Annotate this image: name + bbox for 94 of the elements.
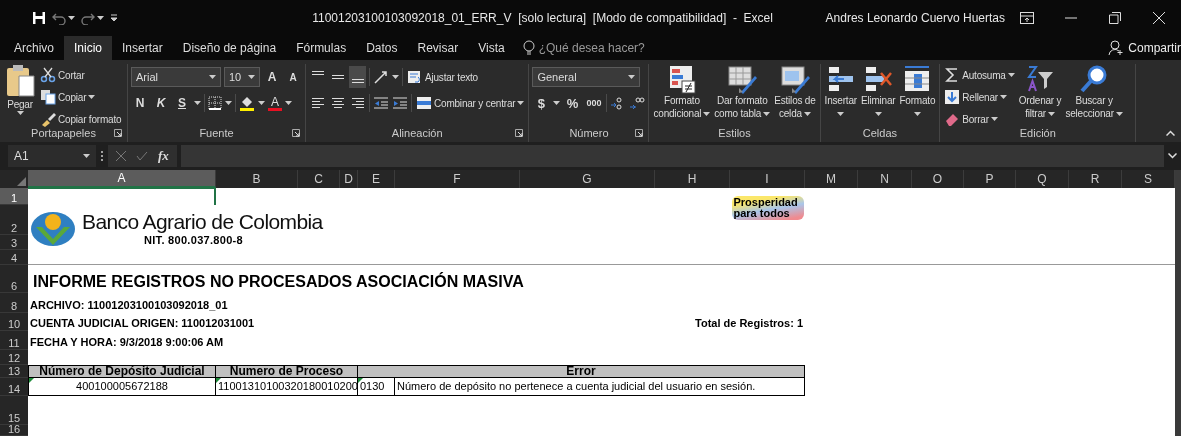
group-label: Edición [1019, 127, 1056, 139]
ribbon-tab[interactable]: Inicio [64, 36, 113, 60]
group-label: Portapapeles [31, 127, 96, 139]
merge-center-button[interactable]: Combinar y centrar [415, 92, 526, 114]
ribbon-tab[interactable]: Datos [356, 36, 408, 60]
slogan-text: Prosperidad para todos [733, 197, 799, 219]
ribbon-button[interactable]: Ordenar y filtrar [1017, 64, 1063, 120]
group-label: Número [569, 127, 609, 139]
number-format-field[interactable]: General [532, 67, 641, 87]
ribbon-button[interactable]: Formato condicional [652, 64, 712, 120]
ribbon-tab[interactable]: Vista [468, 36, 515, 60]
underline-button[interactable]: S [173, 92, 191, 114]
ribbon-tab[interactable]: Insertar [112, 36, 173, 60]
bold-button[interactable]: N [131, 92, 149, 114]
share-button[interactable]: Compartir [1108, 36, 1181, 60]
group-label: Alineación [391, 127, 443, 139]
ribbon-button[interactable]: Cortar [39, 64, 123, 86]
column-header[interactable]: B [216, 170, 298, 188]
ribbon-button[interactable]: Buscar y seleccionar [1064, 64, 1124, 120]
row-header[interactable]: 2 [0, 205, 28, 235]
row-header[interactable]: 12 [0, 350, 28, 365]
row-header[interactable]: 4 [0, 250, 28, 265]
ribbon-button[interactable]: Copiar [39, 86, 123, 108]
row-header[interactable]: 10 [0, 313, 28, 331]
ribbon-button[interactable]: Dar formato como tabla [713, 64, 772, 120]
column-header[interactable]: I [730, 170, 805, 188]
table-header: Numero de Proceso [216, 365, 358, 378]
date-time: FECHA Y HORA: 9/3/2018 9:00:06 AM [29, 336, 225, 350]
column-header[interactable]: H [655, 170, 730, 188]
column-header[interactable]: R [1069, 170, 1122, 188]
file-name: ARCHIVO: 11001203100103092018_01 [29, 299, 229, 313]
bank-name: Banco Agrario de Colombia [82, 209, 323, 234]
ribbon-tab[interactable]: Archivo [4, 36, 64, 60]
row-header[interactable]: 3 [0, 235, 28, 250]
shrink-font-button[interactable]: A [284, 66, 302, 88]
italic-button[interactable]: K [152, 92, 170, 114]
group-label: Estilos [718, 127, 751, 139]
ribbon-button[interactable]: Estilos de celda [773, 64, 817, 120]
row-header[interactable]: 11 [0, 331, 28, 350]
account-line: CUENTA JUDICIAL ORIGEN: 110012031001 [29, 317, 256, 331]
group-label: Celdas [862, 127, 898, 139]
column-header[interactable]: A [28, 170, 216, 188]
ribbon-tab[interactable]: Diseño de página [172, 36, 287, 60]
name-box[interactable]: A1 [8, 145, 96, 167]
column-header[interactable]: S [1122, 170, 1175, 188]
ribbon-tab[interactable]: Revisar [407, 36, 469, 60]
column-header[interactable]: M [805, 170, 858, 188]
ribbon-button[interactable]: Insertar [823, 64, 858, 120]
font-color-button[interactable]: A [268, 95, 282, 111]
ribbon-button[interactable]: Copiar formato [39, 108, 123, 130]
row-header[interactable]: 16 [0, 425, 28, 436]
ribbon-button[interactable]: Formato [898, 64, 937, 120]
report-title: INFORME REGISTROS NO PROCESADOS ASOCIACIÓN MASIVA [32, 273, 525, 292]
group-label: Fuente [199, 127, 234, 139]
ribbon-button[interactable]: Eliminar [859, 64, 897, 120]
table-cell: 400100005672188 [28, 378, 216, 396]
ribbon-button[interactable]: Autosuma [943, 64, 1016, 86]
row-header[interactable]: 1 [0, 188, 28, 205]
total-records: Total de Registros: 1 [695, 317, 804, 331]
column-header[interactable]: F [395, 170, 520, 188]
row-header[interactable]: 8 [0, 293, 28, 313]
column-header[interactable]: P [964, 170, 1016, 188]
thousands-button[interactable]: 000 [584, 92, 604, 114]
row-header[interactable]: 6 [0, 265, 28, 293]
tell-me-field[interactable]: ¿Qué desea hacer? [538, 41, 645, 55]
ribbon-tab[interactable]: Fórmulas [286, 36, 357, 60]
percent-button[interactable]: % [563, 92, 582, 114]
ribbon-button[interactable]: Rellenar [943, 86, 1016, 108]
table-cell: Número de depósito no pertenece a cuenta judicial del usuario en sesión. [395, 378, 805, 396]
row-header[interactable]: 15 [0, 396, 28, 425]
wrap-text-button[interactable]: Ajustar texto [406, 66, 479, 88]
ribbon-button[interactable]: Borrar [943, 108, 1016, 130]
row-header[interactable]: 14 [0, 378, 28, 396]
column-header[interactable]: E [358, 170, 395, 188]
column-header[interactable]: Q [1016, 170, 1069, 188]
paste-button[interactable]: Pegar [3, 64, 37, 115]
row-header[interactable]: 13 [0, 365, 28, 378]
column-header[interactable]: D [340, 170, 358, 188]
table-cell: 11001310100320180010200 [216, 378, 358, 396]
font-name-field[interactable]: Arial [131, 67, 221, 87]
column-header[interactable]: C [298, 170, 340, 188]
currency-button[interactable]: $ [532, 92, 551, 114]
insert-function-button[interactable]: fx [158, 148, 169, 164]
grow-font-button[interactable]: A [263, 66, 281, 88]
table-cell: 0130 [358, 378, 395, 396]
column-header[interactable]: O [912, 170, 964, 188]
table-header: Número de Depósito Judicial [28, 365, 216, 378]
window-title: 11001203100103092018_01_ERR_V [solo lectura] [Modo de compatibilidad] - Excel [311, 11, 774, 25]
table-header: Error [358, 365, 805, 378]
font-size-field[interactable]: 10 [224, 67, 260, 87]
column-header[interactable]: G [520, 170, 655, 188]
column-header[interactable]: N [858, 170, 912, 188]
tax-id: NIT. 800.037.800-8 [144, 233, 244, 246]
user-name: Andres Leonardo Cuervo Huertas [825, 11, 1005, 25]
